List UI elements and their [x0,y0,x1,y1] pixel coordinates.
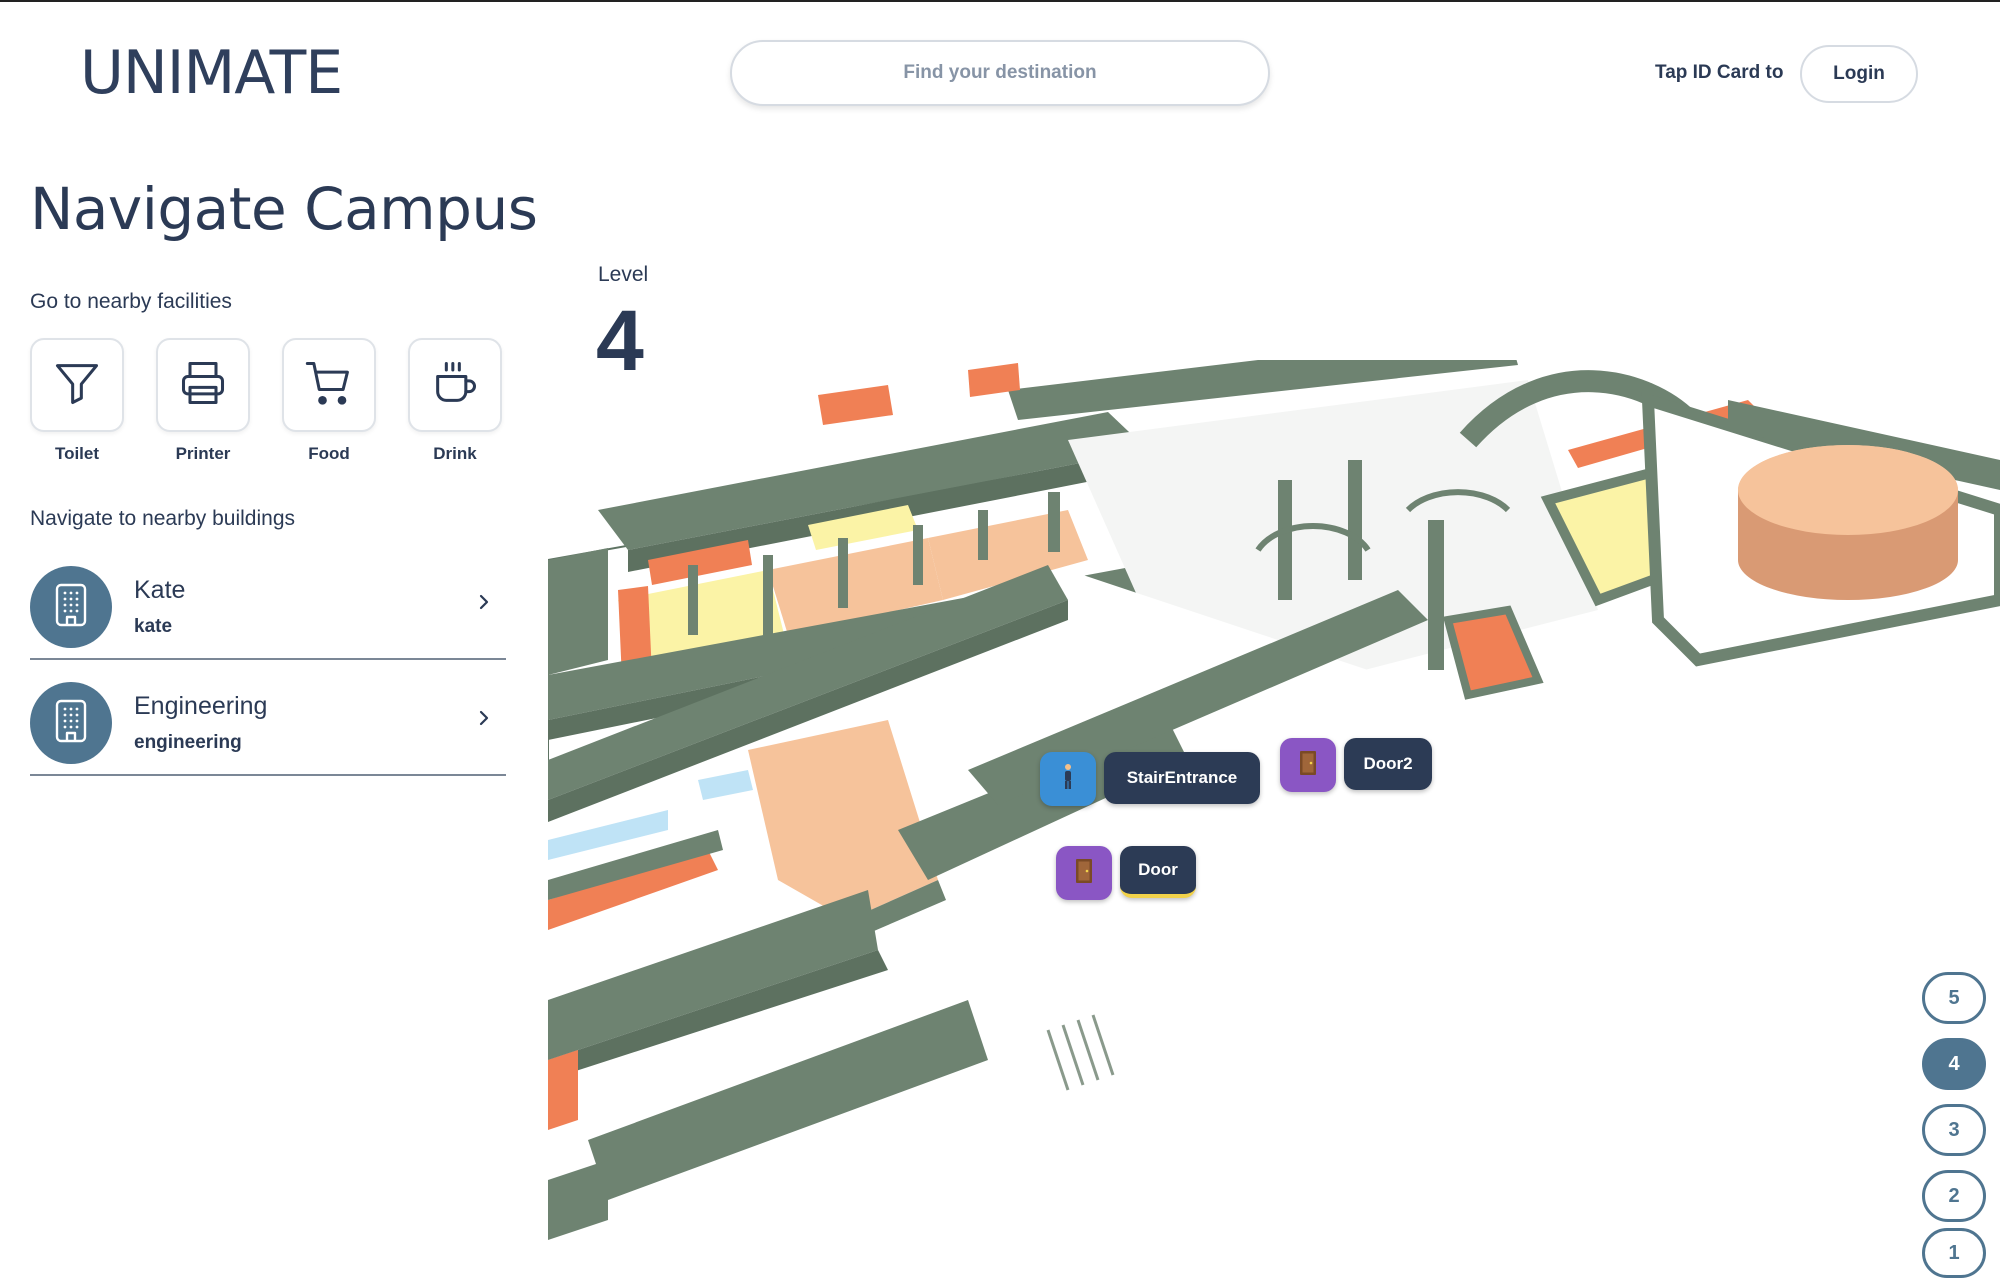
facility-label: Toilet [54,444,100,463]
person-walking-icon [1058,763,1078,796]
door-icon [1075,858,1093,889]
door-icon [1299,750,1317,781]
facilities-list: Toilet Printer Food Drink [30,338,502,464]
filter-icon [51,357,103,414]
facility-toilet-button[interactable]: Toilet [30,338,124,464]
printer-icon [177,357,229,414]
building-item-engineering[interactable]: Engineering engineering [30,670,506,776]
cart-icon [303,357,355,414]
facility-label: Drink [433,444,477,463]
building-name: Kate [134,576,186,604]
building-subtitle: kate [134,616,173,637]
facility-toilet-tile[interactable] [30,338,124,432]
floor-map[interactable] [548,360,2000,1240]
door2-label[interactable]: Door2 [1344,738,1432,790]
login-button[interactable]: Login [1800,45,1918,103]
building-avatar [30,566,112,648]
coffee-cup-icon [429,357,481,414]
stair-entrance-label[interactable]: StairEntrance [1104,752,1260,804]
chevron-right-icon [476,590,492,619]
facility-drink-button[interactable]: Drink [408,338,502,464]
building-icon [49,581,93,634]
facility-printer-tile[interactable] [156,338,250,432]
search-input[interactable] [732,62,1268,84]
building-avatar [30,682,112,764]
door-marker[interactable] [1056,846,1112,900]
door-label[interactable]: Door [1120,846,1196,898]
page-title: Navigate Campus [30,175,538,243]
chevron-right-icon [476,706,492,735]
stair-entrance-marker[interactable] [1040,752,1096,806]
search-bar[interactable] [730,40,1270,106]
facility-food-tile[interactable] [282,338,376,432]
facility-drink-tile[interactable] [408,338,502,432]
building-subtitle: engineering [134,732,242,753]
buildings-heading: Navigate to nearby buildings [30,507,296,530]
top-border [0,0,2000,2]
floor-button-3[interactable]: 3 [1922,1104,1986,1156]
level-label: Level [598,263,649,286]
floor-button-5[interactable]: 5 [1922,972,1986,1024]
floor-button-1[interactable]: 1 [1922,1228,1986,1278]
building-icon [49,697,93,750]
tap-id-label: Tap ID Card to [1655,62,1784,83]
floor-button-4[interactable]: 4 [1922,1038,1986,1090]
building-item-kate[interactable]: Kate kate [30,554,506,660]
facility-printer-button[interactable]: Printer [156,338,250,464]
facilities-heading: Go to nearby facilities [30,290,232,313]
app-logo: UNIMATE [80,38,343,108]
door2-marker[interactable] [1280,738,1336,792]
building-name: Engineering [134,692,268,720]
facility-food-button[interactable]: Food [282,338,376,464]
facility-label: Food [308,444,350,463]
facility-label: Printer [175,444,231,463]
floor-button-2[interactable]: 2 [1922,1170,1986,1222]
